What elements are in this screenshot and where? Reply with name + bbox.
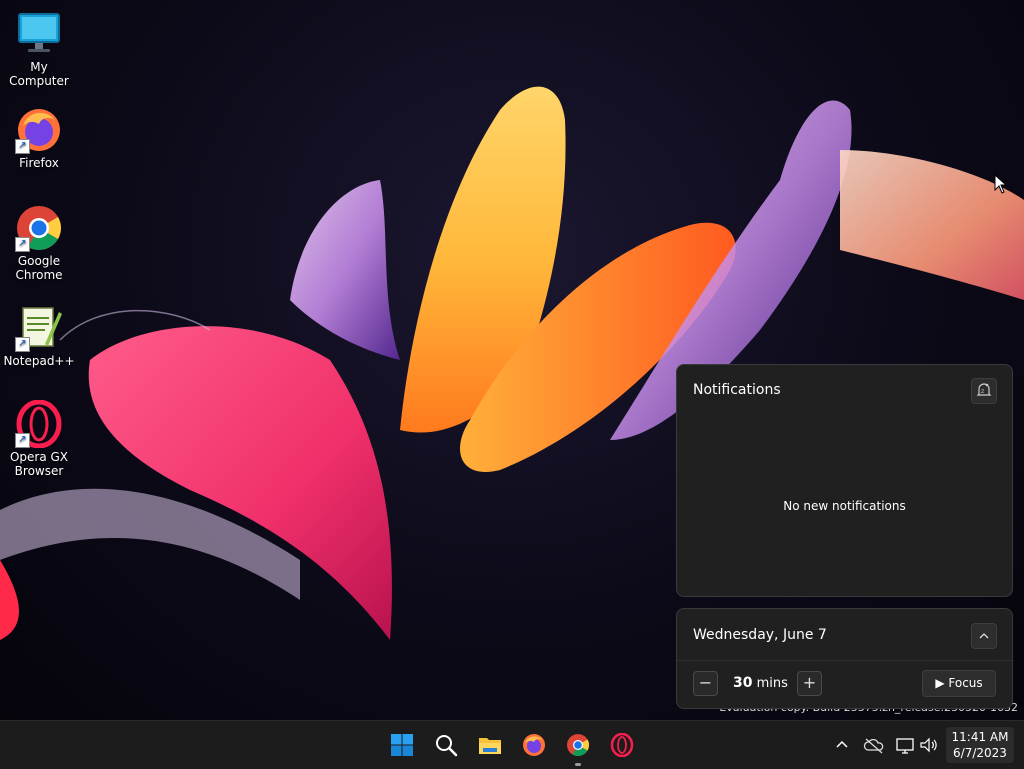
taskbar: 11:41 AM 6/7/2023 xyxy=(0,720,1024,769)
folder-icon xyxy=(479,738,501,754)
desktop-icon-firefox[interactable]: ↗ Firefox xyxy=(2,106,76,170)
clock-date: 6/7/2023 xyxy=(953,746,1007,760)
taskbar-file-explorer[interactable] xyxy=(472,727,508,763)
focus-duration-unit: mins xyxy=(756,676,788,691)
desktop-icon-label: My Computer xyxy=(9,60,69,88)
search-icon xyxy=(436,735,458,757)
notifications-title: Notifications xyxy=(693,382,781,398)
opera-gx-icon: ↗ xyxy=(15,399,63,449)
taskbar-clock[interactable]: 11:41 AM 6/7/2023 xyxy=(946,727,1014,763)
minus-icon: − xyxy=(698,673,713,692)
shortcut-arrow-icon: ↗ xyxy=(15,237,30,252)
focus-increase-button[interactable]: + xyxy=(797,671,822,696)
onedrive-icon xyxy=(863,738,884,754)
chevron-up-icon xyxy=(979,633,989,639)
focus-button[interactable]: ▶ Focus xyxy=(922,670,996,697)
chevron-up-icon xyxy=(836,740,848,748)
desktop-icon-notepadpp[interactable]: ↗ Notepad++ xyxy=(2,304,76,368)
divider xyxy=(677,660,1012,661)
taskbar-chrome[interactable] xyxy=(560,727,596,766)
opera-gx-icon xyxy=(610,733,634,757)
focus-decrease-button[interactable]: − xyxy=(693,671,718,696)
chrome-icon xyxy=(567,734,589,756)
svg-text:z: z xyxy=(981,388,984,395)
taskbar-firefox[interactable] xyxy=(516,727,552,763)
focus-button-label: Focus xyxy=(948,676,983,690)
desktop-icon-label: Opera GX Browser xyxy=(9,450,69,478)
desktop-icon-my-computer[interactable]: My Computer xyxy=(2,10,76,88)
firefox-icon xyxy=(523,734,545,756)
running-indicator xyxy=(575,763,581,766)
notifications-panel: Notifications z No new notifications xyxy=(676,364,1013,597)
plus-icon: + xyxy=(802,673,817,692)
tray-onedrive[interactable] xyxy=(863,733,885,757)
taskbar-search-button[interactable] xyxy=(428,727,464,763)
tray-volume[interactable] xyxy=(918,733,940,757)
notepadpp-icon: ↗ xyxy=(15,304,63,352)
desktop-icon-label: Google Chrome xyxy=(15,254,63,282)
play-icon: ▶ xyxy=(935,676,945,690)
firefox-icon: ↗ xyxy=(15,106,63,154)
desktop-icon-opera-gx[interactable]: ↗ Opera GX Browser xyxy=(2,399,76,478)
tray-overflow-button[interactable] xyxy=(831,733,853,757)
shortcut-arrow-icon: ↗ xyxy=(15,433,30,448)
taskbar-start-button[interactable] xyxy=(384,727,420,763)
network-icon xyxy=(896,738,914,754)
calendar-focus-panel: Wednesday, June 7 − 30 mins + ▶ Focus xyxy=(676,608,1013,709)
shortcut-arrow-icon: ↗ xyxy=(15,337,30,352)
no-notifications-message: No new notifications xyxy=(783,499,906,513)
desktop-icon-google-chrome[interactable]: ↗ Google Chrome xyxy=(2,204,76,282)
shortcut-arrow-icon: ↗ xyxy=(15,139,30,154)
desktop-icon-label: Firefox xyxy=(19,156,59,170)
clock-time: 11:41 AM xyxy=(951,730,1009,744)
notification-settings-icon: z xyxy=(976,383,992,396)
taskbar-opera-gx[interactable] xyxy=(604,727,640,763)
calendar-date: Wednesday, June 7 xyxy=(693,627,827,643)
focus-duration: 30 mins xyxy=(733,675,788,691)
mouse-cursor-icon xyxy=(994,174,1008,194)
windows-start-icon xyxy=(391,734,413,756)
calendar-collapse-button[interactable] xyxy=(971,623,997,649)
desktop-icon-label: Notepad++ xyxy=(3,354,75,368)
volume-icon xyxy=(920,737,937,753)
tray-network[interactable] xyxy=(895,733,917,757)
focus-duration-value: 30 xyxy=(733,675,753,691)
monitor-icon xyxy=(15,10,63,58)
chrome-icon: ↗ xyxy=(15,204,63,252)
notification-settings-button[interactable]: z xyxy=(971,378,997,404)
